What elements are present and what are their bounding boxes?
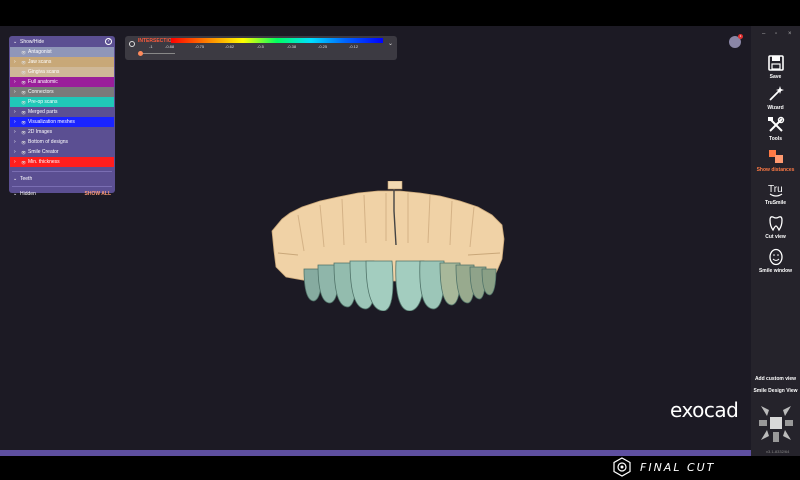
layer-item-2d-images[interactable]: › 👁 2D Images [10,127,114,137]
eye-icon[interactable]: 👁 [21,50,28,55]
show-hide-header[interactable]: ⌄ Show/Hide ? [9,37,115,47]
show-all-button[interactable]: SHOW ALL [85,191,111,197]
show-hide-panel: ⌄ Show/Hide ? 👁 Antagonist › 👁 Jaw scans… [9,36,115,197]
teeth-group[interactable]: ⌄ Teeth [9,174,115,184]
chevron-right-icon[interactable]: › [14,89,21,95]
cut-view-icon [768,216,783,232]
eye-icon[interactable]: 👁 [21,150,28,155]
eye-icon[interactable]: 👁 [21,140,28,145]
color-scale-bar [171,38,383,43]
threshold-slider-track[interactable] [139,53,175,54]
show-hide-title: Show/Hide [20,39,45,45]
chevron-right-icon[interactable]: › [14,109,21,115]
save-icon [767,55,784,71]
chevron-right-icon[interactable]: › [14,139,21,145]
chevron-right-icon[interactable]: › [14,129,21,135]
3d-viewport[interactable]: ⌄ Show/Hide ? 👁 Antagonist › 👁 Jaw scans… [0,26,751,450]
intersection-scale-panel: INTERSECTION -1 -0.88 -0.75 -0.62 -0.5 -… [125,36,397,60]
eye-icon[interactable]: 👁 [21,110,28,115]
layer-item-full-anatomic[interactable]: › 👁 Full anatomic [10,77,114,87]
eye-icon[interactable]: 👁 [21,120,28,125]
layer-item-min-thickness[interactable]: › 👁 Min. thickness [10,157,114,167]
help-icon[interactable]: ? [105,38,112,45]
scale-tick: -0.38 [287,44,297,49]
trusmile-icon: Tru [768,184,783,197]
eye-icon[interactable]: 👁 [21,100,28,105]
tools-icon [767,116,784,132]
layer-item-visualization-meshes[interactable]: › 👁 Visualization meshes [10,117,114,127]
smile-window-icon [768,248,783,266]
eye-icon[interactable]: 👁 [21,80,28,85]
layer-item-gingiva-scans[interactable]: 👁 Gingiva scans [10,67,114,77]
eye-icon[interactable]: 👁 [21,60,28,65]
chevron-down-icon: ⌄ [13,176,18,182]
chevron-down-icon: ⌄ [13,191,18,197]
hidden-group[interactable]: ⌄ Hidden SHOW ALL [9,189,115,199]
smile-design-view-button[interactable]: Smile Design View [751,388,800,394]
version-label: v3.1-8332/64 [766,449,790,454]
chevron-right-icon[interactable]: › [14,119,21,125]
layer-item-pre-op-scans[interactable]: 👁 Pre-op scans [10,97,114,107]
layer-item-jaw-scans[interactable]: › 👁 Jaw scans [10,57,114,67]
trusmile-button[interactable]: Tru TruSmile [751,180,800,206]
notification-badge: 1 [738,34,743,39]
maximize-button[interactable]: ▫ [775,31,777,37]
exocad-logo: exocad [670,398,739,422]
cut-view-button[interactable]: Cut view [751,214,800,240]
scale-tick: -0.62 [225,44,235,49]
scale-tick: -0.5 [257,44,264,49]
wizard-button[interactable]: Wizard [751,85,800,111]
tools-button[interactable]: Tools [751,116,800,142]
minimize-button[interactable]: – [762,31,765,37]
final-cut-logo-icon [613,457,631,477]
eye-icon[interactable]: 👁 [21,160,28,165]
chevron-right-icon[interactable]: › [14,59,21,65]
divider [12,186,112,187]
top-bar [0,0,800,26]
scale-tick: -1 [149,44,153,49]
chevron-down-icon: ⌄ [13,39,18,45]
layer-item-merged-parts[interactable]: › 👁 Merged parts [10,107,114,117]
chevron-right-icon[interactable]: › [14,159,21,165]
smile-window-button[interactable]: Smile window [751,248,800,274]
chevron-right-icon[interactable]: › [14,79,21,85]
eye-icon[interactable]: 👁 [21,90,28,95]
close-button[interactable]: × [788,31,792,37]
final-cut-brand: FINAL CUT [612,457,715,477]
scale-tick: -0.25 [318,44,328,49]
scale-tick: -0.75 [195,44,205,49]
chevron-down-icon[interactable]: ⌄ [388,40,393,47]
eye-icon[interactable]: 👁 [21,70,28,75]
scale-tick: -0.12 [349,44,359,49]
scale-tick: -0.88 [165,44,175,49]
layer-item-bottom-of-designs[interactable]: › 👁 Bottom of designs [10,137,114,147]
layer-item-connectors[interactable]: › 👁 Connectors [10,87,114,97]
layer-item-smile-creator[interactable]: › 👁 Smile Creator [10,147,114,157]
visibility-toggle-icon[interactable] [129,41,135,47]
dental-arch-model[interactable] [268,181,508,311]
show-distances-button[interactable]: Show distances [751,147,800,173]
divider [12,171,112,172]
threshold-slider-handle[interactable] [138,51,143,56]
layer-item-antagonist[interactable]: 👁 Antagonist [10,47,114,57]
wizard-icon [768,86,784,101]
svg-text:Tru: Tru [768,184,783,195]
eye-icon[interactable]: 👁 [21,130,28,135]
view-navigator-icon[interactable] [757,402,795,444]
chevron-right-icon[interactable]: › [14,149,21,155]
final-cut-text: FINAL CUT [640,460,716,474]
scale-ticks: -1 -0.88 -0.75 -0.62 -0.5 -0.38 -0.25 -0… [141,44,381,50]
right-toolbar: – ▫ × Save Wizard Tools Show distances T… [751,26,800,456]
show-distances-icon [768,150,783,163]
save-button[interactable]: Save [751,54,800,80]
add-custom-view-button[interactable]: Add custom view [751,376,800,382]
